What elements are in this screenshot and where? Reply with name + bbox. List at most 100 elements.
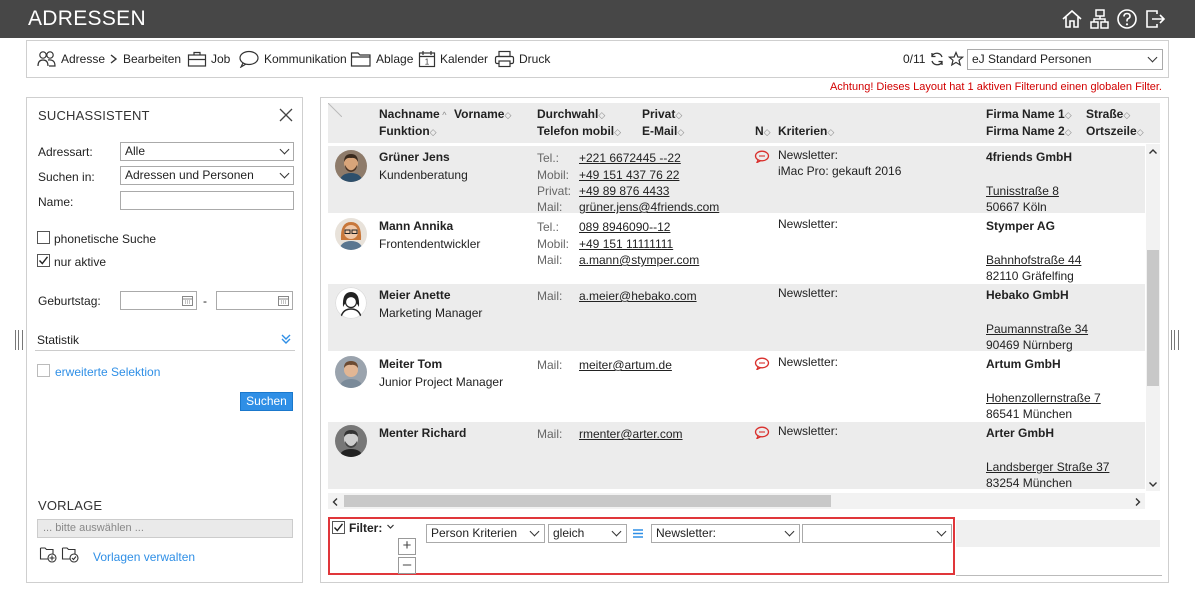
contact-type: Mail: <box>537 200 563 214</box>
col-header-firma1[interactable]: Firma Name 1◇ <box>986 107 1072 121</box>
filter-operator-select[interactable]: gleich <box>548 524 627 543</box>
company-city: 50667 Köln <box>986 200 1047 214</box>
contact-value-link[interactable]: +49 151 437 76 22 <box>579 168 679 182</box>
contact-function: Frontendentwickler <box>379 237 481 251</box>
col-header-telefon-mobil[interactable]: Telefon mobil◇ <box>537 124 621 138</box>
chevron-down-icon[interactable] <box>386 523 395 531</box>
contact-value-link[interactable]: a.meier@hebako.com <box>579 289 697 303</box>
active-only-label: nur aktive <box>54 255 107 269</box>
list-icon[interactable] <box>632 528 644 539</box>
col-header-nachname-label: Nachname <box>379 107 440 121</box>
avatar <box>335 287 367 319</box>
toolbar-kommunikation[interactable]: Kommunikation <box>238 50 347 68</box>
company-street-link[interactable]: Tunisstraße 8 <box>986 184 1059 198</box>
avatar <box>335 218 367 250</box>
left-splitter-handle[interactable] <box>15 330 23 350</box>
close-icon[interactable] <box>279 108 293 122</box>
toolbar-job[interactable]: Job <box>187 50 230 68</box>
col-header-ortszeile[interactable]: Ortszeile◇ <box>1086 124 1144 138</box>
active-only-checkbox[interactable] <box>37 254 50 267</box>
company-street-link[interactable]: Paumannstraße 34 <box>986 322 1088 336</box>
remove-filter-button[interactable]: – <box>398 557 416 574</box>
col-header-email-label: E-Mail <box>642 124 678 138</box>
scroll-left-icon[interactable] <box>331 497 340 507</box>
col-header-durchwahl[interactable]: Durchwahl◇ <box>537 107 605 121</box>
statistik-label[interactable]: Statistik <box>37 333 79 347</box>
company-street-link[interactable]: Hohenzollernstraße 7 <box>986 391 1101 405</box>
toolbar-ablage[interactable]: Ablage <box>350 50 413 68</box>
manage-templates-link[interactable]: Vorlagen verwalten <box>93 550 195 564</box>
horizontal-scrollbar-thumb[interactable] <box>344 495 831 507</box>
vertical-scrollbar-thumb[interactable] <box>1147 250 1159 386</box>
avatar <box>335 150 367 182</box>
name-input[interactable] <box>120 191 294 210</box>
contact-value-link[interactable]: meiter@artum.de <box>579 358 672 372</box>
right-splitter-handle[interactable] <box>1171 330 1179 350</box>
contact-value-link[interactable]: +49 151 11111111 <box>579 237 673 251</box>
col-header-privat-label: Privat <box>642 107 676 121</box>
contact-value-link[interactable]: rmenter@arter.com <box>579 427 683 441</box>
contact-name[interactable]: Meier Anette <box>379 288 451 302</box>
toolbar-adresse[interactable]: Adresse <box>37 50 105 68</box>
double-chevron-down-icon[interactable] <box>280 333 292 345</box>
birthday-to-input[interactable] <box>216 291 293 310</box>
contact-value-link[interactable]: a.mann@stymper.com <box>579 253 699 267</box>
search-button[interactable]: Suchen <box>240 392 293 411</box>
layout-select[interactable]: eJ Standard Personen <box>967 49 1163 70</box>
help-icon[interactable] <box>1116 8 1138 30</box>
calendar-icon[interactable] <box>278 295 289 306</box>
sitemap-icon[interactable] <box>1088 8 1110 30</box>
company-street-link[interactable]: Landsberger Straße 37 <box>986 460 1109 474</box>
contact-value-link[interactable]: +221 6672445 --22 <box>579 151 681 165</box>
phonetic-search-checkbox[interactable] <box>37 231 50 244</box>
note-bubble-icon[interactable] <box>754 150 770 163</box>
extended-selection-label[interactable]: erweiterte Selektion <box>55 365 160 379</box>
contact-name[interactable]: Grüner Jens <box>379 150 450 164</box>
refresh-icon[interactable] <box>929 51 945 67</box>
col-header-email[interactable]: E-Mail◇ <box>642 124 684 138</box>
contact-name[interactable]: Meiter Tom <box>379 357 442 371</box>
adressart-select[interactable]: Alle <box>120 142 294 161</box>
filter-extra-select[interactable] <box>802 524 952 543</box>
contact-name[interactable]: Menter Richard <box>379 426 466 440</box>
note-bubble-icon[interactable] <box>754 426 770 439</box>
contact-value-link[interactable]: grüner.jens@4friends.com <box>579 200 719 214</box>
toolbar-druck[interactable]: Druck <box>494 50 550 68</box>
extended-selection-checkbox[interactable] <box>37 364 50 377</box>
filter-checkbox[interactable] <box>332 521 345 534</box>
scroll-right-icon[interactable] <box>1133 497 1142 507</box>
filter-value-select[interactable]: Newsletter: <box>651 524 800 543</box>
contact-name[interactable]: Mann Annika <box>379 219 453 233</box>
col-header-vorname[interactable]: Vorname◇ <box>454 107 511 121</box>
home-icon[interactable] <box>1061 8 1083 30</box>
sort-icon: ◇ <box>598 110 606 120</box>
toolbar-kalender[interactable]: 1 Kalender <box>418 50 488 68</box>
col-header-nachname[interactable]: Nachname ^ <box>379 107 446 121</box>
corner-resize-icon <box>328 103 342 117</box>
col-header-kriterien[interactable]: Kriterien◇ <box>778 124 834 138</box>
logout-icon[interactable] <box>1144 8 1166 30</box>
criteria-text: Newsletter: <box>778 286 839 300</box>
contact-value-link[interactable]: 089 8946090--12 <box>579 220 670 234</box>
template-select[interactable]: ... bitte auswählen ... <box>37 519 293 538</box>
apply-template-icon[interactable] <box>61 545 79 563</box>
col-header-funktion[interactable]: Funktion◇ <box>379 124 437 138</box>
add-template-icon[interactable] <box>39 545 57 563</box>
calendar-icon[interactable] <box>182 295 193 306</box>
scroll-up-icon[interactable] <box>1148 147 1158 156</box>
star-icon[interactable] <box>948 51 964 67</box>
col-header-strasse[interactable]: Straße◇ <box>1086 107 1130 121</box>
col-header-firma2[interactable]: Firma Name 2◇ <box>986 124 1072 138</box>
scroll-down-icon[interactable] <box>1148 480 1158 489</box>
col-header-n[interactable]: N◇ <box>755 124 771 138</box>
add-filter-button[interactable]: + <box>398 538 416 555</box>
checkmark-icon <box>38 256 49 265</box>
toolbar-bearbeiten[interactable]: Bearbeiten <box>109 50 181 68</box>
birthday-from-input[interactable] <box>120 291 197 310</box>
filter-field-select[interactable]: Person Kriterien <box>426 524 545 543</box>
note-bubble-icon[interactable] <box>754 357 770 370</box>
suchen-in-select[interactable]: Adressen und Personen <box>120 166 294 185</box>
contact-value-link[interactable]: +49 89 876 4433 <box>579 184 669 198</box>
col-header-privat[interactable]: Privat◇ <box>642 107 682 121</box>
company-street-link[interactable]: Bahnhofstraße 44 <box>986 253 1081 267</box>
